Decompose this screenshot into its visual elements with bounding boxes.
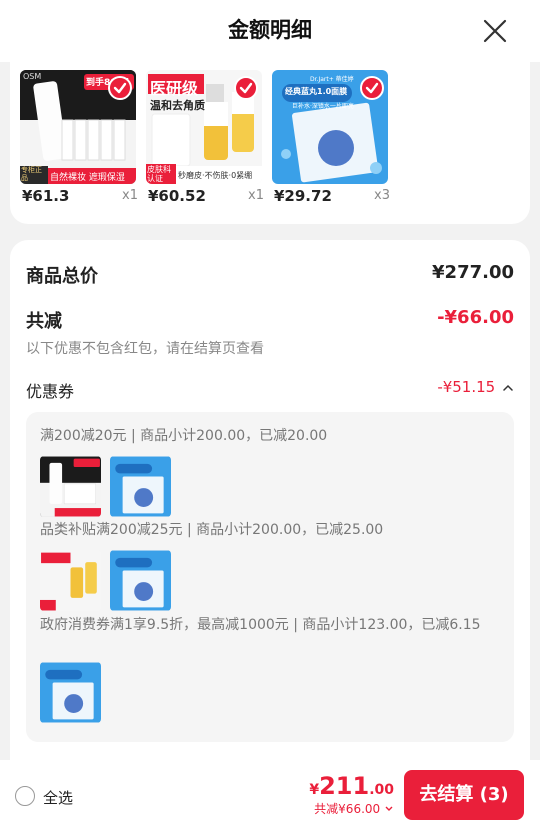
product-brand-text: OSM xyxy=(23,72,42,81)
discount-row: 共减 -¥66.00 xyxy=(26,307,514,333)
coupon-detail-text: 满200减20元 | 商品小计200.00，已减20.00 xyxy=(40,428,328,444)
blue-face-mask-image xyxy=(40,662,101,723)
saved-amount-text: 共减¥66.00 xyxy=(314,802,381,816)
mini-thumbnail xyxy=(110,456,171,517)
discount-note: 以下优惠不包含红包，请在结算页查看 xyxy=(26,341,264,357)
coupon-detail-panel: 满200减20元 | 商品小计200.00，已减20.00 品类补贴满200减2… xyxy=(26,412,514,742)
select-all-radio[interactable] xyxy=(15,786,35,806)
product-item[interactable]: 医研级 温和去角质 皮肤科认证 秒磨皮·不伤肤·0紧绷 ¥60.52 x1 xyxy=(146,70,264,212)
select-all-label[interactable]: 全选 xyxy=(43,787,73,808)
blue-face-mask-image xyxy=(110,456,171,517)
coupon-value[interactable]: -¥51.15 xyxy=(437,378,514,396)
product-thumbnail[interactable]: Dr.Jart+ 蒂佳婷 经典蓝丸1.0面膜 巨补水·深镇水一片即亮 xyxy=(272,70,388,184)
product-strip: OSM 到手80ml 专柜正品 自然裸妆 遮瑕保湿 ¥61.3 x1 医研级 温… xyxy=(10,56,530,224)
checkout-button[interactable]: 去结算 (3) xyxy=(404,770,524,820)
total-amount: ¥211.00 共减¥66.00 xyxy=(309,772,394,817)
total-decimal: .00 xyxy=(369,782,394,798)
selected-check-icon[interactable] xyxy=(234,76,258,100)
product-thumbnail[interactable]: OSM 到手80ml 专柜正品 自然裸妆 遮瑕保湿 xyxy=(20,70,136,184)
product-price: ¥61.3 xyxy=(22,187,70,205)
product-price: ¥29.72 xyxy=(274,187,332,205)
coupon-detail-text: 政府消费券满1享9.5折，最高减1000元 | 商品小计123.00，已减6.1… xyxy=(40,617,481,633)
page-title: 金额明细 xyxy=(228,18,312,42)
selected-check-icon[interactable] xyxy=(360,76,384,100)
mini-thumbnail xyxy=(40,662,101,723)
chevron-up-icon[interactable] xyxy=(502,383,514,393)
product-brand-text: Dr.Jart+ 蒂佳婷 xyxy=(310,76,354,83)
discount-value: -¥66.00 xyxy=(437,307,514,328)
serum-bottles-image xyxy=(40,550,101,611)
amount-detail-card: 商品总价 ¥277.00 共减 -¥66.00 以下优惠不包含红包，请在结算页查… xyxy=(10,240,530,826)
mini-thumbnail xyxy=(110,550,171,611)
product-sub-text: 温和去角质 xyxy=(150,99,205,112)
selected-check-icon[interactable] xyxy=(108,76,132,100)
product-thumbnail[interactable]: 医研级 温和去角质 皮肤科认证 秒磨皮·不伤肤·0紧绷 xyxy=(146,70,262,184)
product-badge-text: 经典蓝丸1.0面膜 xyxy=(285,87,348,96)
modal-header: 金额明细 xyxy=(0,0,540,62)
saved-amount[interactable]: 共减¥66.00 xyxy=(309,800,394,817)
mini-thumbnail xyxy=(40,550,101,611)
coupon-label: 优惠券 xyxy=(26,382,75,401)
product-item[interactable]: OSM 到手80ml 专柜正品 自然裸妆 遮瑕保湿 ¥61.3 x1 xyxy=(20,70,138,212)
product-strip-text: 巨补水·深镇水一片即亮 xyxy=(292,103,354,110)
chevron-down-icon[interactable] xyxy=(384,805,394,813)
product-tag-text: 皮肤科认证 xyxy=(147,165,171,183)
product-tag-text: 专柜正品 xyxy=(21,166,42,182)
product-badge-text: 医研级 xyxy=(150,79,199,98)
total-integer: 211 xyxy=(319,772,370,800)
product-strip-text: 自然裸妆 遮瑕保湿 xyxy=(50,173,125,183)
coupon-row[interactable]: 优惠券 -¥51.15 xyxy=(26,378,514,402)
product-item[interactable]: Dr.Jart+ 蒂佳婷 经典蓝丸1.0面膜 巨补水·深镇水一片即亮 ¥29.7… xyxy=(272,70,390,212)
total-price-label: 商品总价 xyxy=(26,266,98,287)
product-price: ¥60.52 xyxy=(148,187,206,205)
currency-symbol: ¥ xyxy=(309,782,320,798)
checkout-bar: 全选 ¥211.00 共减¥66.00 去结算 (3) xyxy=(0,760,540,826)
coupon-detail-text: 品类补贴满200减25元 | 商品小计200.00，已减25.00 xyxy=(40,522,384,538)
cleanser-tubes-image xyxy=(40,456,101,517)
coupon-value-text: -¥51.15 xyxy=(437,378,496,396)
close-icon[interactable] xyxy=(482,18,508,44)
product-qty: x1 xyxy=(122,188,138,203)
total-price-value: ¥277.00 xyxy=(432,262,514,283)
blue-face-mask-image xyxy=(110,550,171,611)
discount-label: 共减 xyxy=(26,311,62,332)
product-qty: x1 xyxy=(248,188,264,203)
mini-thumbnail xyxy=(40,456,101,517)
total-price-row: 商品总价 ¥277.00 xyxy=(26,262,514,288)
product-strip-text: 秒磨皮·不伤肤·0紧绷 xyxy=(178,171,253,180)
product-qty: x3 xyxy=(374,188,390,203)
